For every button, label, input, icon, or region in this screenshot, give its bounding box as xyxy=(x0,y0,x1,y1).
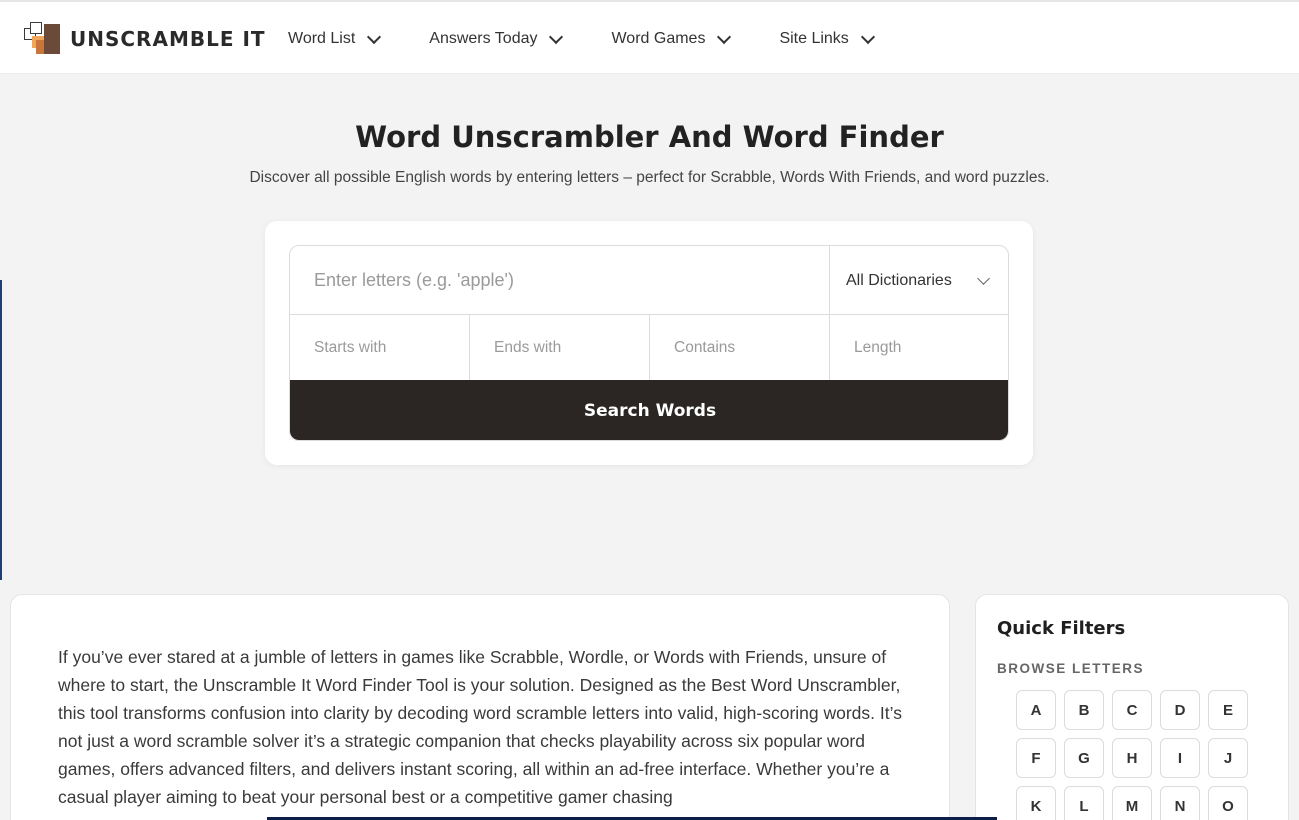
logo-text: UNSCRAMBLE IT xyxy=(70,27,266,51)
letter-button[interactable]: H xyxy=(1112,738,1152,778)
letter-button[interactable]: M xyxy=(1112,786,1152,820)
contains-input[interactable] xyxy=(650,315,830,380)
quick-filters-panel: Quick Filters BROWSE LETTERS A B C D E F… xyxy=(975,594,1289,820)
nav-word-list[interactable]: Word List xyxy=(288,29,382,48)
letter-button[interactable]: N xyxy=(1160,786,1200,820)
letter-button[interactable]: B xyxy=(1064,690,1104,730)
search-form: All Dictionaries Search Words xyxy=(289,245,1009,441)
letter-button[interactable]: A xyxy=(1016,690,1056,730)
site-header: UNSCRAMBLE IT Word List Answers Today Wo… xyxy=(0,0,1299,74)
window-edge xyxy=(0,280,2,580)
chevron-down-icon xyxy=(717,29,732,44)
letter-button[interactable]: L xyxy=(1064,786,1104,820)
letter-button[interactable]: D xyxy=(1160,690,1200,730)
nav-label: Word List xyxy=(288,30,356,47)
nav-answers-today[interactable]: Answers Today xyxy=(429,29,564,48)
letter-button[interactable]: O xyxy=(1208,786,1248,820)
main-nav: Word List Answers Today Word Games Site … xyxy=(288,2,923,76)
length-input[interactable] xyxy=(830,315,1008,380)
filters-row xyxy=(290,315,1008,380)
chevron-down-icon xyxy=(367,29,382,44)
chevron-down-icon xyxy=(860,29,875,44)
letters-grid: A B C D E F G H I J K L M N O xyxy=(1016,690,1248,820)
letter-button[interactable]: J xyxy=(1208,738,1248,778)
letter-button[interactable]: G xyxy=(1064,738,1104,778)
chevron-down-icon xyxy=(549,29,564,44)
dictionary-selected: All Dictionaries xyxy=(846,271,952,289)
nav-label: Word Games xyxy=(611,30,706,47)
nav-site-links[interactable]: Site Links xyxy=(779,29,875,48)
nav-word-games[interactable]: Word Games xyxy=(611,29,732,48)
starts-with-input[interactable] xyxy=(290,315,470,380)
search-card: All Dictionaries Search Words xyxy=(265,221,1033,465)
logo-icon xyxy=(24,22,62,56)
dictionary-select[interactable]: All Dictionaries xyxy=(829,246,1008,315)
search-words-button[interactable]: Search Words xyxy=(290,380,1008,440)
ends-with-input[interactable] xyxy=(470,315,650,380)
letters-input[interactable] xyxy=(290,246,829,315)
letter-button[interactable]: K xyxy=(1016,786,1056,820)
article-text: If you’ve ever stared at a jumble of let… xyxy=(58,647,902,807)
page-subtitle: Discover all possible English words by e… xyxy=(249,169,1050,186)
letters-row: All Dictionaries xyxy=(290,246,1008,315)
article-card: If you’ve ever stared at a jumble of let… xyxy=(10,594,950,820)
nav-label: Site Links xyxy=(779,30,849,47)
chevron-down-icon xyxy=(977,272,990,285)
letter-button[interactable]: I xyxy=(1160,738,1200,778)
letter-button[interactable]: C xyxy=(1112,690,1152,730)
nav-label: Answers Today xyxy=(429,30,538,47)
letter-button[interactable]: F xyxy=(1016,738,1056,778)
quick-filters-title: Quick Filters xyxy=(997,618,1126,639)
letter-button[interactable]: E xyxy=(1208,690,1248,730)
site-logo[interactable]: UNSCRAMBLE IT xyxy=(24,22,266,56)
browse-letters-label: BROWSE LETTERS xyxy=(997,661,1145,676)
page-title: Word Unscrambler And Word Finder xyxy=(355,120,944,154)
